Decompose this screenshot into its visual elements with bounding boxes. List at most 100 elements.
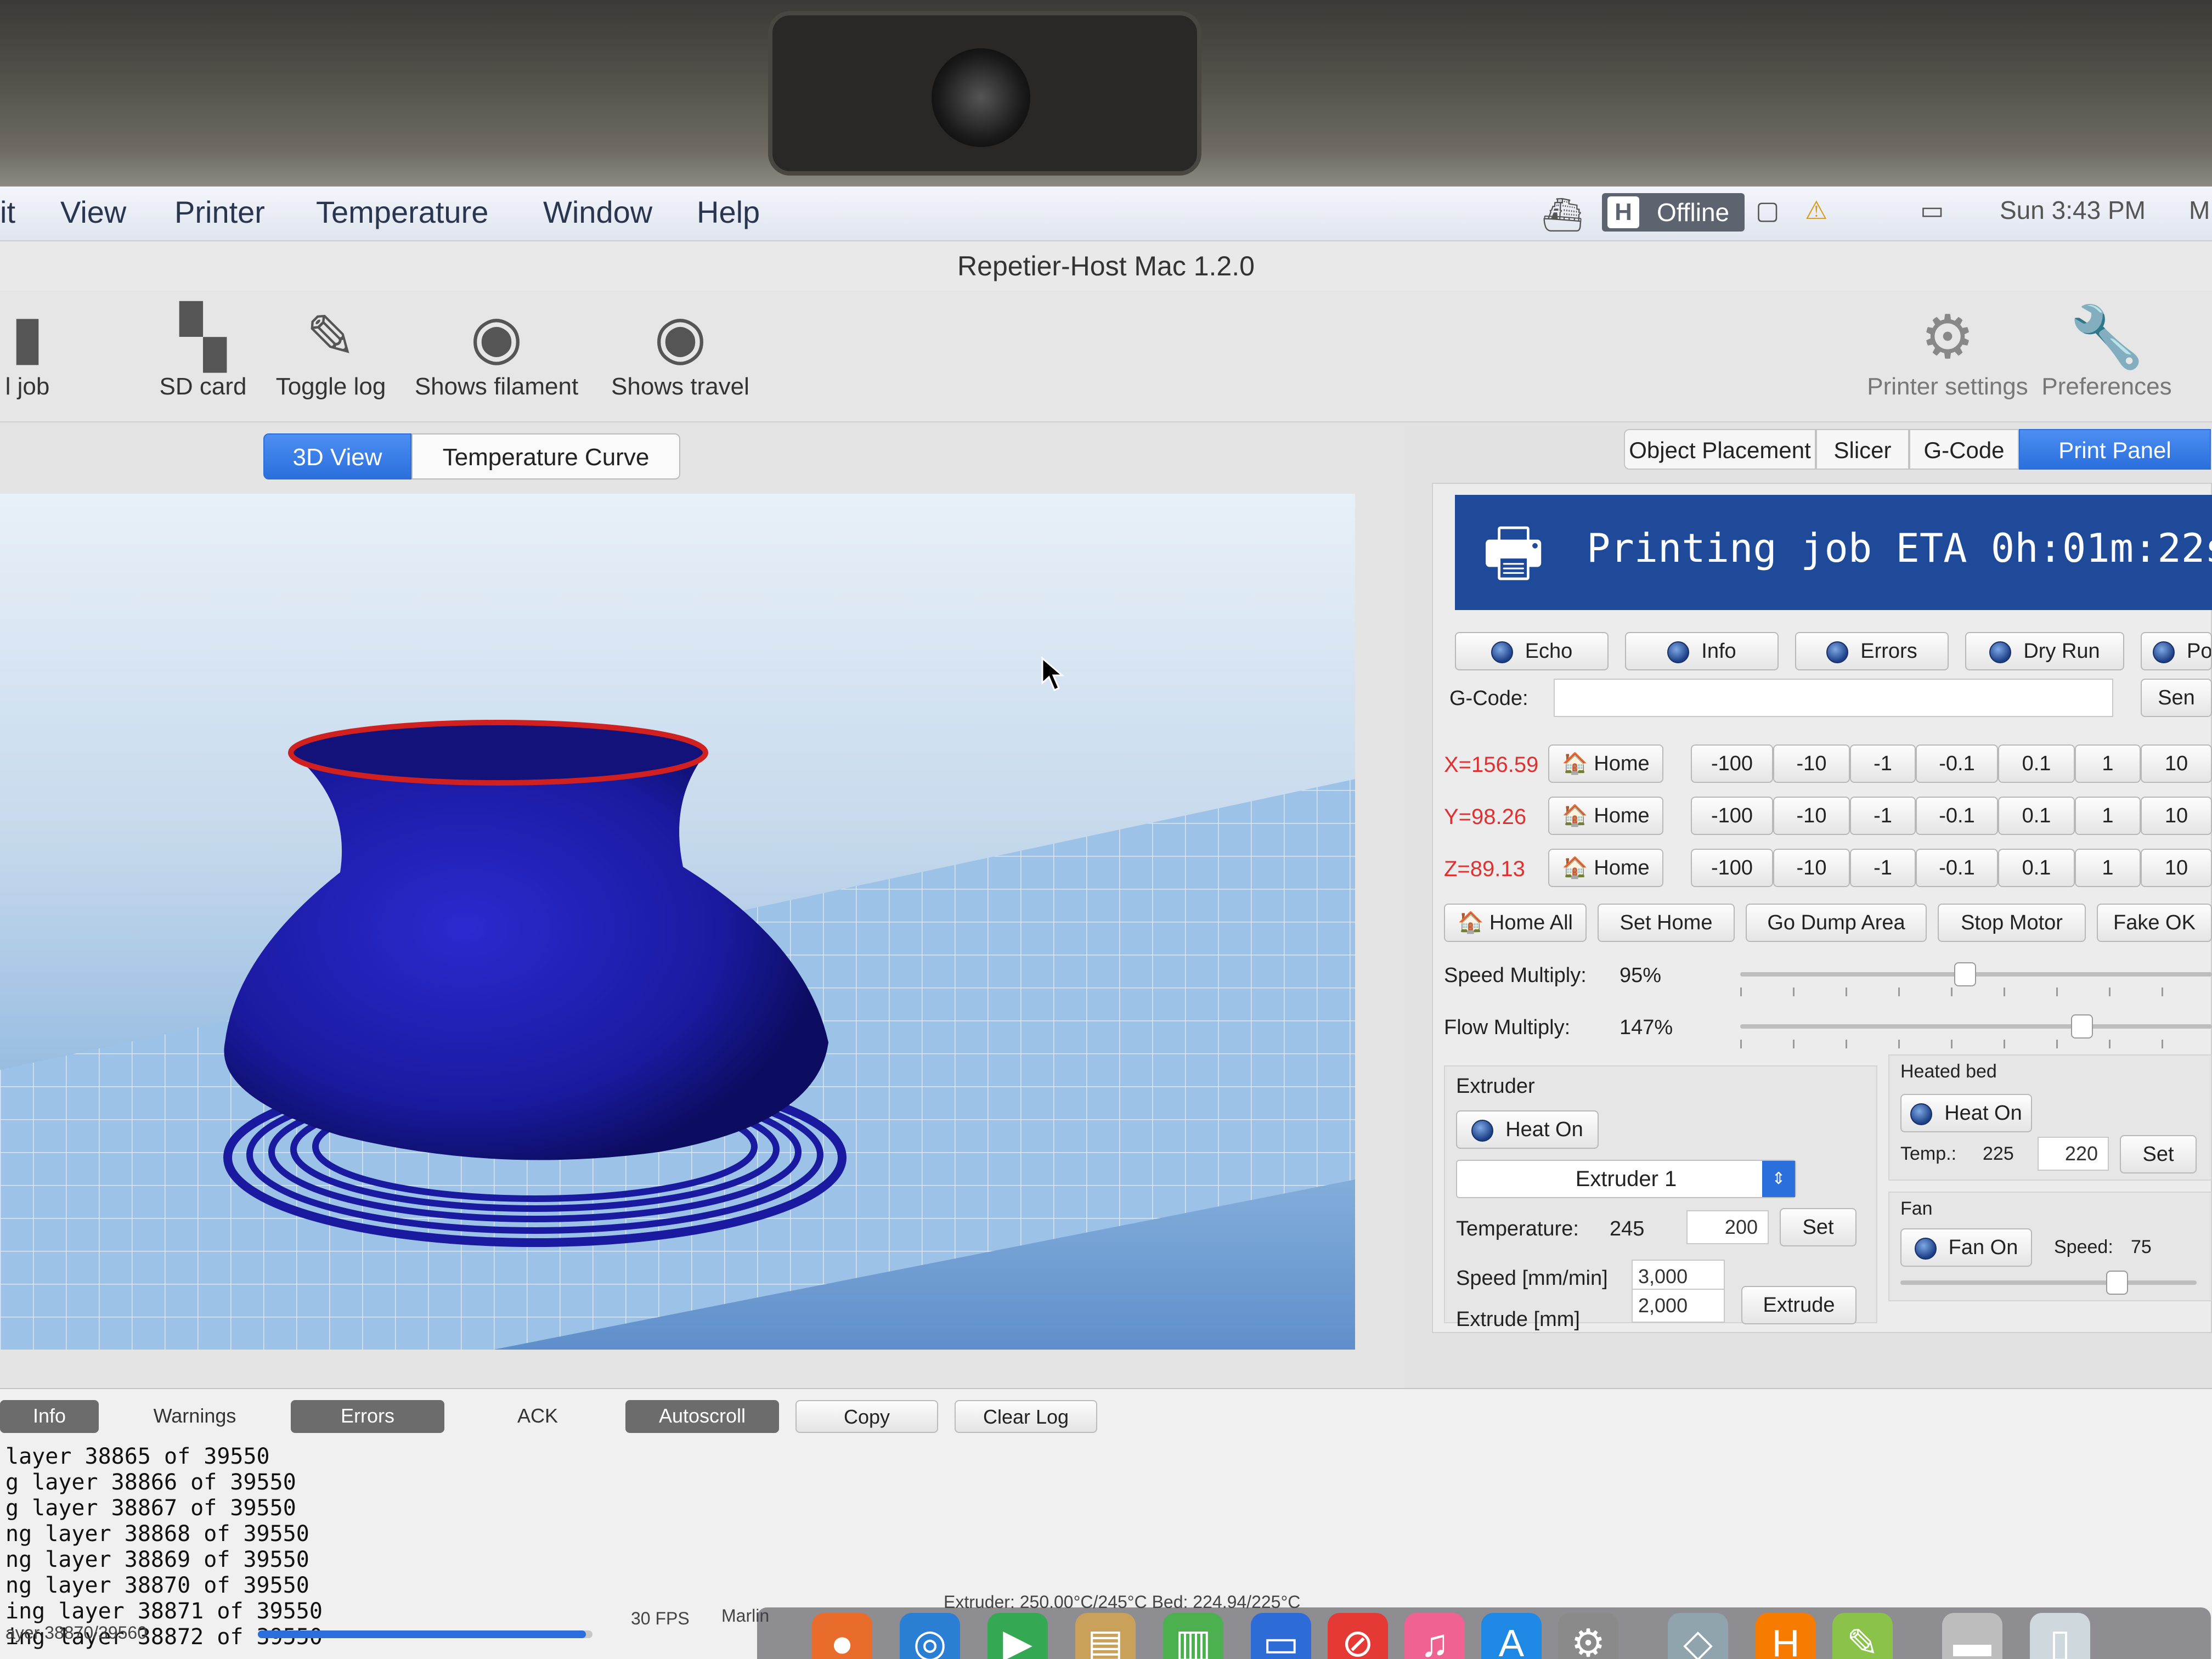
dry-run-toggle[interactable]: Dry Run (1965, 632, 2124, 670)
fan-toggle[interactable]: Fan On (1900, 1228, 2032, 1267)
bed-temp-target[interactable] (2038, 1137, 2109, 1171)
stop-motor-button[interactable]: Stop Motor (1938, 904, 2086, 942)
jog-x-minus-0-1[interactable]: -0.1 (1916, 744, 1998, 783)
extruder-temperature-target[interactable] (1686, 1210, 1769, 1244)
toolbar-job-button[interactable]: ▮ l job (0, 302, 55, 400)
log-copy-button[interactable]: Copy (795, 1400, 938, 1433)
menu-user[interactable]: M (2189, 195, 2210, 225)
fake-ok-button[interactable]: Fake OK (2097, 904, 2212, 942)
docker-whale-icon[interactable]: ⛴ (1542, 195, 1583, 234)
3d-viewport[interactable] (0, 494, 1355, 1350)
photos-icon[interactable]: ● (812, 1613, 872, 1659)
jog-x-minus-1[interactable]: -1 (1850, 744, 1916, 783)
power-toggle[interactable]: Po (2141, 632, 2212, 670)
speed-multiply-knob[interactable] (1954, 962, 1976, 986)
speed-multiply-slider[interactable] (1740, 962, 2212, 996)
trash-icon[interactable]: ▯ (2030, 1613, 2090, 1659)
log-filter-ack[interactable]: ACK (488, 1400, 587, 1433)
gcode-input[interactable] (1554, 679, 2113, 717)
extruder-heat-toggle[interactable]: Heat On (1456, 1110, 1599, 1149)
log-clear-button[interactable]: Clear Log (955, 1400, 1097, 1433)
menu-view[interactable]: View (60, 194, 126, 230)
log-output[interactable]: layer 38865 of 39550 g layer 38866 of 39… (5, 1444, 323, 1650)
jog-x-plus-10[interactable]: 10 (2141, 744, 2212, 783)
jog-x-minus-100[interactable]: -100 (1691, 744, 1773, 783)
flow-multiply-slider[interactable] (1740, 1014, 2212, 1048)
menu-window[interactable]: Window (543, 194, 652, 230)
app-store-icon[interactable]: A (1481, 1613, 1542, 1659)
menu-printer[interactable]: Printer (174, 194, 265, 230)
jog-x-plus-1[interactable]: 1 (2075, 744, 2141, 783)
fan-speed-knob[interactable] (2106, 1271, 2128, 1295)
toolbar-shows-travel-button[interactable]: ◉ Shows travel (598, 302, 763, 400)
numbers-icon[interactable]: ▥ (1163, 1613, 1223, 1659)
menu-temperature[interactable]: Temperature (316, 194, 488, 230)
home-all-button[interactable]: 🏠 Home All (1444, 904, 1587, 942)
preview-icon[interactable]: ▤ (1075, 1613, 1136, 1659)
info-toggle[interactable]: Info (1625, 632, 1779, 670)
bed-set-button[interactable]: Set (2120, 1135, 2197, 1173)
log-filter-errors[interactable]: Errors (291, 1400, 444, 1433)
home-z-button[interactable]: 🏠 Home (1548, 849, 1663, 887)
jog-z-minus-100[interactable]: -100 (1691, 849, 1773, 887)
tab-3d-view[interactable]: 3D View (263, 433, 411, 479)
home-y-button[interactable]: 🏠 Home (1548, 797, 1663, 835)
keynote-icon[interactable]: ▭ (1251, 1613, 1311, 1659)
menu-help[interactable]: Help (697, 194, 760, 230)
toolbar-toggle-log-button[interactable]: ✎ Toggle log (268, 302, 394, 400)
echo-toggle[interactable]: Echo (1455, 632, 1609, 670)
toolbar-shows-filament-button[interactable]: ◉ Shows filament (406, 302, 587, 400)
extruder-select[interactable]: Extruder 1 ⇕ (1456, 1160, 1796, 1198)
fan-speed-slider[interactable] (1900, 1271, 2197, 1295)
jog-x-plus-0-1[interactable]: 0.1 (1998, 744, 2075, 783)
home-x-button[interactable]: 🏠 Home (1548, 744, 1663, 783)
jog-y-minus-0-1[interactable]: -0.1 (1916, 797, 1998, 835)
tray-box-icon[interactable]: ▢ (1756, 195, 1779, 225)
log-autoscroll-toggle[interactable]: Autoscroll (625, 1400, 779, 1433)
extrude-amount-input[interactable] (1632, 1289, 1725, 1323)
tab-object-placement[interactable]: Object Placement (1624, 429, 1816, 470)
jog-z-minus-0-1[interactable]: -0.1 (1916, 849, 1998, 887)
send-button[interactable]: Sen (2141, 679, 2212, 717)
safari-icon[interactable]: ◎ (900, 1613, 960, 1659)
tab-slicer[interactable]: Slicer (1816, 429, 1909, 470)
go-dump-area-button[interactable]: Go Dump Area (1746, 904, 1927, 942)
tab-g-code[interactable]: G-Code (1909, 429, 2019, 470)
tab-print-panel[interactable]: Print Panel (2019, 429, 2211, 470)
set-home-button[interactable]: Set Home (1598, 904, 1735, 942)
extrude-button[interactable]: Extrude (1741, 1286, 1857, 1324)
system-preferences-icon[interactable]: ⚙ (1558, 1613, 1618, 1659)
tab-temperature-curve[interactable]: Temperature Curve (411, 433, 680, 479)
bed-heat-toggle[interactable]: Heat On (1900, 1094, 2032, 1132)
itunes-icon[interactable]: ♫ (1404, 1613, 1465, 1659)
jog-z-plus-10[interactable]: 10 (2141, 849, 2212, 887)
log-filter-info[interactable]: Info (0, 1400, 99, 1433)
menu-edit[interactable]: it (0, 194, 15, 230)
jog-y-minus-100[interactable]: -100 (1691, 797, 1773, 835)
jog-y-plus-1[interactable]: 1 (2075, 797, 2141, 835)
facetime-icon[interactable]: ▶ (988, 1613, 1048, 1659)
log-filter-warnings[interactable]: Warnings (132, 1400, 258, 1433)
errors-toggle[interactable]: Errors (1795, 632, 1949, 670)
jog-y-plus-0-1[interactable]: 0.1 (1998, 797, 2075, 835)
jog-z-minus-1[interactable]: -1 (1850, 849, 1916, 887)
folder-icon[interactable]: ▬ (1942, 1613, 2002, 1659)
flow-multiply-knob[interactable] (2070, 1014, 2093, 1039)
jog-y-minus-1[interactable]: -1 (1850, 797, 1916, 835)
jog-y-plus-10[interactable]: 10 (2141, 797, 2212, 835)
extruder-set-button[interactable]: Set (1780, 1208, 1857, 1246)
jog-y-minus-10[interactable]: -10 (1773, 797, 1850, 835)
toolbar-printer-settings-button[interactable]: ⚙ Printer settings (1865, 302, 2030, 400)
toolbar-sd-card-button[interactable]: ▚ SD card (154, 302, 252, 400)
toolbar-preferences-button[interactable]: 🔧 Preferences (2030, 302, 2183, 400)
warning-icon[interactable]: ⚠ (1805, 195, 1827, 225)
jog-x-minus-10[interactable]: -10 (1773, 744, 1850, 783)
cura-icon[interactable]: ◇ (1668, 1613, 1728, 1659)
menu-clock[interactable]: Sun 3:43 PM (2000, 195, 2146, 225)
jog-z-plus-0-1[interactable]: 0.1 (1998, 849, 2075, 887)
jog-z-plus-1[interactable]: 1 (2075, 849, 2141, 887)
no-entry-icon[interactable]: ⊘ (1328, 1613, 1388, 1659)
repetier-host-icon[interactable]: H (1756, 1613, 1816, 1659)
feather-icon[interactable]: ✎ (1832, 1613, 1893, 1659)
battery-icon[interactable]: ▭ (1920, 195, 1944, 225)
